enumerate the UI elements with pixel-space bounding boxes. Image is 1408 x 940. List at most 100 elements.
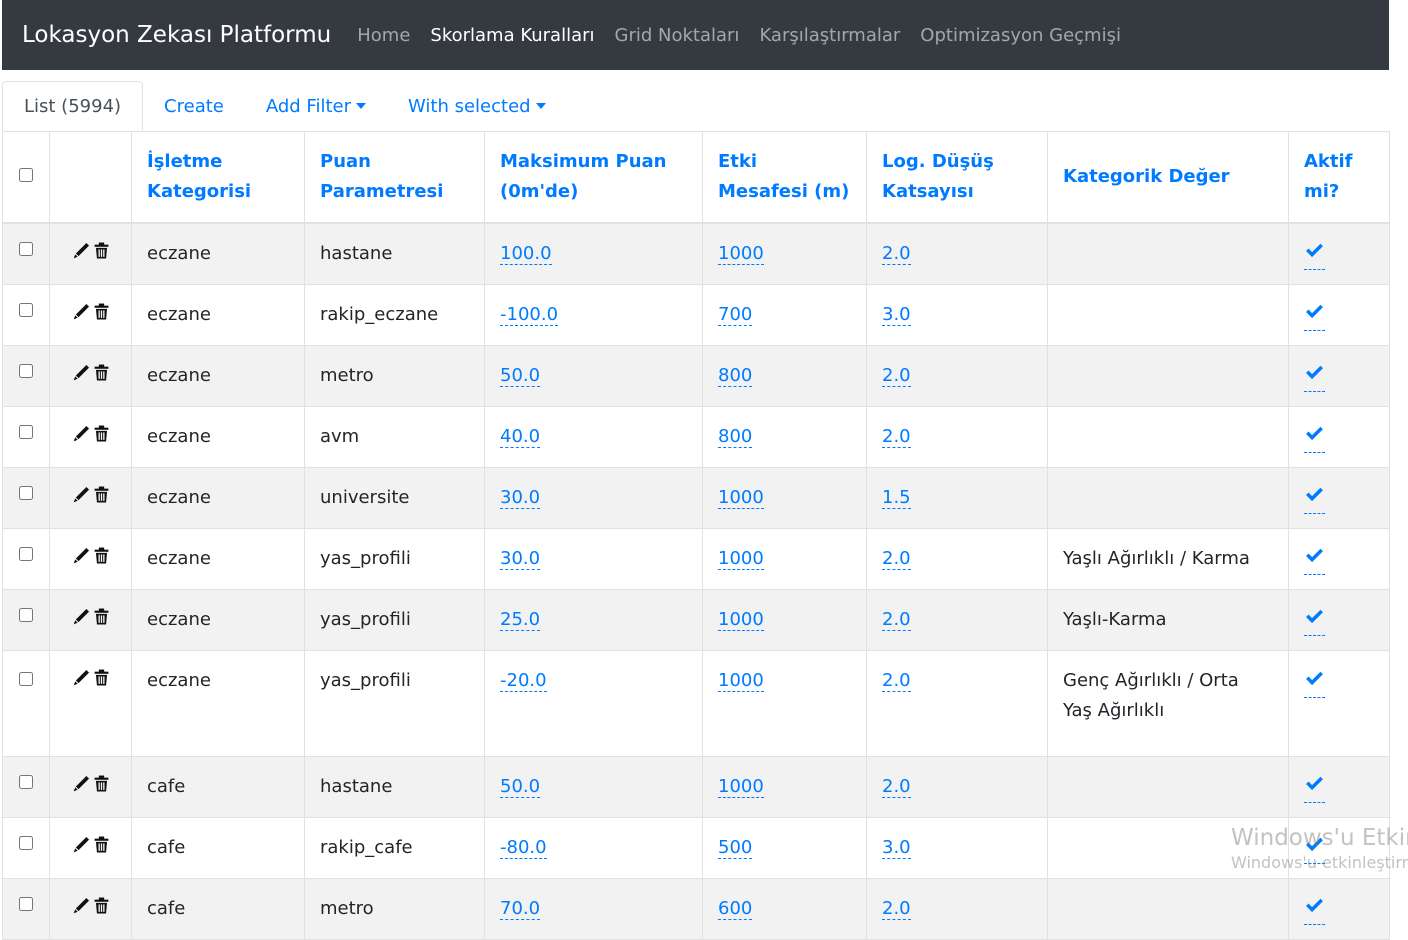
trash-icon[interactable] [94,894,109,924]
editable-max-score[interactable]: 30.0 [500,548,541,570]
check-icon[interactable] [1304,771,1325,803]
header-max-score[interactable]: Maksimum Puan (0m'de) [484,131,703,224]
editable-log-decay[interactable]: 2.0 [882,776,911,798]
tab-create[interactable]: Create [143,81,245,131]
trash-icon[interactable] [94,544,109,574]
editable-max-score[interactable]: 50.0 [500,365,541,387]
editable-max-score[interactable]: 70.0 [500,898,541,920]
trash-icon[interactable] [94,300,109,330]
trash-icon[interactable] [94,483,109,513]
pencil-icon[interactable] [73,422,90,452]
row-checkbox[interactable] [19,425,33,439]
tab-list[interactable]: List (5994) [2,81,144,132]
brand-title[interactable]: Lokasyon Zekası Platformu [22,22,331,48]
trash-icon[interactable] [94,239,109,269]
header-log-decay[interactable]: Log. Düşüş Katsayısı [866,131,1048,224]
editable-distance[interactable]: 700 [718,304,753,326]
row-checkbox[interactable] [19,547,33,561]
editable-log-decay[interactable]: 2.0 [882,365,911,387]
editable-max-score[interactable]: 100.0 [500,243,552,265]
editable-max-score[interactable]: 50.0 [500,776,541,798]
trash-icon[interactable] [94,361,109,391]
editable-log-decay[interactable]: 2.0 [882,426,911,448]
pencil-icon[interactable] [73,605,90,635]
row-checkbox[interactable] [19,242,33,256]
header-parameter[interactable]: Puan Parametresi [304,131,485,224]
pencil-icon[interactable] [73,361,90,391]
trash-icon[interactable] [94,772,109,802]
check-icon[interactable] [1304,832,1325,864]
pencil-icon[interactable] [73,483,90,513]
cell-distance: 1000 [702,222,867,285]
editable-distance[interactable]: 1000 [718,548,764,570]
header-active[interactable]: Aktif mi? [1288,131,1390,224]
pencil-icon[interactable] [73,772,90,802]
editable-max-score[interactable]: -80.0 [500,837,547,859]
editable-distance[interactable]: 800 [718,365,753,387]
check-icon[interactable] [1304,360,1325,392]
trash-icon[interactable] [94,666,109,696]
editable-log-decay[interactable]: 3.0 [882,837,911,859]
editable-log-decay[interactable]: 1.5 [882,487,911,509]
row-checkbox[interactable] [19,486,33,500]
trash-icon[interactable] [94,422,109,452]
editable-log-decay[interactable]: 2.0 [882,548,911,570]
trash-icon[interactable] [94,605,109,635]
with-selected-dropdown[interactable]: With selected [387,81,567,131]
editable-distance[interactable]: 1000 [718,670,764,692]
check-icon[interactable] [1304,299,1325,331]
nav-link-grid-points[interactable]: Grid Noktaları [605,25,750,46]
check-icon[interactable] [1304,604,1325,636]
editable-max-score[interactable]: 30.0 [500,487,541,509]
row-checkbox[interactable] [19,836,33,850]
cell-categorical [1047,406,1289,468]
pencil-icon[interactable] [73,544,90,574]
nav-link-home[interactable]: Home [347,25,420,46]
pencil-icon[interactable] [73,239,90,269]
check-icon[interactable] [1304,666,1325,698]
pencil-icon[interactable] [73,833,90,863]
editable-distance[interactable]: 500 [718,837,753,859]
check-icon[interactable] [1304,421,1325,453]
pencil-icon[interactable] [73,666,90,696]
editable-distance[interactable]: 1000 [718,487,764,509]
add-filter-dropdown[interactable]: Add Filter [245,81,387,131]
trash-icon[interactable] [94,833,109,863]
editable-max-score[interactable]: 40.0 [500,426,541,448]
actions-header [49,131,132,224]
editable-max-score[interactable]: -20.0 [500,670,547,692]
editable-log-decay[interactable]: 2.0 [882,670,911,692]
editable-max-score[interactable]: 25.0 [500,609,541,631]
nav-link-optimization-history[interactable]: Optimizasyon Geçmişi [910,25,1131,46]
editable-distance[interactable]: 600 [718,898,753,920]
header-category[interactable]: İşletme Kategorisi [131,131,305,224]
editable-max-score[interactable]: -100.0 [500,304,559,326]
row-checkbox[interactable] [19,672,33,686]
editable-distance[interactable]: 1000 [718,243,764,265]
row-checkbox[interactable] [19,364,33,378]
row-checkbox[interactable] [19,897,33,911]
nav-link-comparisons[interactable]: Karşılaştırmalar [749,25,910,46]
row-checkbox[interactable] [19,303,33,317]
check-icon[interactable] [1304,543,1325,575]
editable-distance[interactable]: 800 [718,426,753,448]
editable-log-decay[interactable]: 3.0 [882,304,911,326]
cell-distance: 800 [702,406,867,468]
editable-log-decay[interactable]: 2.0 [882,898,911,920]
check-icon[interactable] [1304,482,1325,514]
editable-distance[interactable]: 1000 [718,776,764,798]
header-distance[interactable]: Etki Mesafesi (m) [702,131,867,224]
check-icon[interactable] [1304,893,1325,925]
pencil-icon[interactable] [73,300,90,330]
nav-link-scoring-rules[interactable]: Skorlama Kuralları [420,25,604,46]
pencil-icon[interactable] [73,894,90,924]
editable-distance[interactable]: 1000 [718,609,764,631]
select-all-checkbox[interactable] [19,168,33,182]
header-categorical[interactable]: Kategorik Değer [1047,131,1289,224]
row-checkbox[interactable] [19,608,33,622]
check-icon[interactable] [1304,238,1325,270]
editable-log-decay[interactable]: 2.0 [882,609,911,631]
editable-log-decay[interactable]: 2.0 [882,243,911,265]
row-checkbox[interactable] [19,775,33,789]
row-actions [49,528,132,590]
